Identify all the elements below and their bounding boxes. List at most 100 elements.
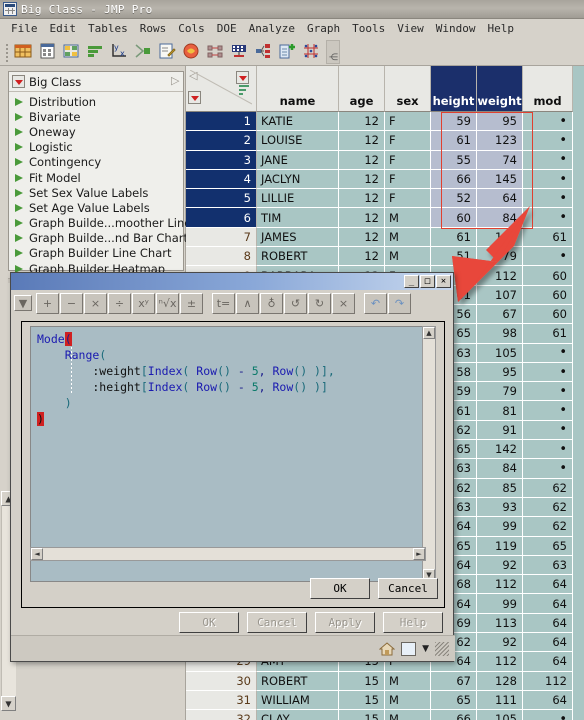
- row-number-cell[interactable]: 4: [186, 169, 257, 190]
- row-number-cell[interactable]: 8: [186, 247, 257, 267]
- row-number-cell[interactable]: 32: [186, 710, 257, 720]
- distribution-icon[interactable]: [85, 41, 107, 63]
- formula-code-canvas[interactable]: Mode( Range( :weight[Index( Row() - 5, R…: [30, 326, 426, 582]
- cell-name[interactable]: LILLIE: [257, 189, 339, 209]
- cell-mod[interactable]: •: [523, 343, 573, 363]
- cell-weight[interactable]: 128: [477, 227, 523, 248]
- cell-name[interactable]: TIM: [257, 208, 339, 228]
- add-button[interactable]: +: [36, 292, 59, 314]
- cell-weight[interactable]: 85: [477, 478, 523, 498]
- table-row[interactable]: 31 WILLIAM 15 M 65 111 64: [186, 690, 584, 711]
- cell-mod[interactable]: 62: [523, 517, 573, 537]
- root-button[interactable]: ⁿ√x: [156, 292, 179, 314]
- plus-minus-button[interactable]: ±: [180, 292, 203, 314]
- cell-age[interactable]: 12: [339, 208, 385, 228]
- undo-button[interactable]: ↶: [364, 292, 387, 314]
- script-item[interactable]: Set Sex Value Labels: [9, 185, 183, 200]
- cell-sex[interactable]: M: [385, 710, 431, 720]
- cell-mod[interactable]: •: [523, 440, 573, 460]
- cell-weight[interactable]: 112: [477, 266, 523, 286]
- green-triangle-run-icon[interactable]: [15, 97, 23, 106]
- editor-horizontal-scrollbar[interactable]: ◄ ►: [30, 547, 426, 561]
- add-column-icon[interactable]: [277, 41, 299, 63]
- green-triangle-run-icon[interactable]: [15, 143, 23, 152]
- cell-height[interactable]: 65: [431, 690, 477, 711]
- cell-height[interactable]: 61: [431, 131, 477, 151]
- cell-mod[interactable]: 60: [523, 304, 573, 325]
- row-number-cell[interactable]: 6: [186, 208, 257, 228]
- cell-mod[interactable]: 64: [523, 690, 573, 711]
- column-header-name[interactable]: name: [257, 66, 339, 112]
- table-row[interactable]: 6 TIM 12 M 60 84 •: [186, 208, 584, 228]
- home-icon[interactable]: [378, 641, 396, 656]
- control-chart-icon[interactable]: [229, 41, 251, 63]
- cell-age[interactable]: 12: [339, 227, 385, 248]
- script-item[interactable]: Distribution: [9, 94, 183, 109]
- cell-weight[interactable]: 93: [477, 497, 523, 518]
- menu-tables[interactable]: Tables: [82, 21, 134, 36]
- swap-button[interactable]: ↺: [284, 292, 307, 314]
- peel-button[interactable]: ♁: [260, 292, 283, 314]
- cell-sex[interactable]: F: [385, 189, 431, 209]
- cell-weight[interactable]: 119: [477, 536, 523, 556]
- diagram-icon[interactable]: [253, 41, 275, 63]
- cell-mod[interactable]: •: [523, 382, 573, 402]
- formula-ok-button[interactable]: OK: [310, 578, 370, 599]
- editor-scroll-left-button[interactable]: ◄: [31, 548, 43, 560]
- cell-weight[interactable]: 95: [477, 112, 523, 132]
- green-triangle-run-icon[interactable]: [15, 127, 23, 136]
- cell-sex[interactable]: M: [385, 227, 431, 248]
- green-triangle-run-icon[interactable]: [15, 112, 23, 121]
- cell-name[interactable]: CLAY: [257, 710, 339, 720]
- redo-button[interactable]: ↷: [388, 292, 411, 314]
- cell-weight[interactable]: 92: [477, 633, 523, 653]
- script-item[interactable]: Logistic: [9, 140, 183, 155]
- cell-mod[interactable]: 60: [523, 285, 573, 305]
- cell-mod[interactable]: •: [523, 362, 573, 383]
- cell-sex[interactable]: F: [385, 131, 431, 151]
- cell-mod[interactable]: •: [523, 169, 573, 190]
- cell-age[interactable]: 15: [339, 671, 385, 691]
- menu-analyze[interactable]: Analyze: [243, 21, 301, 36]
- power-button[interactable]: xʸ: [132, 292, 155, 314]
- cell-weight[interactable]: 64: [477, 189, 523, 209]
- delete-button[interactable]: ×: [332, 292, 355, 314]
- cell-mod[interactable]: 61: [523, 227, 573, 248]
- resize-grip-icon[interactable]: [435, 641, 449, 656]
- cell-age[interactable]: 12: [339, 247, 385, 267]
- cell-height[interactable]: 59: [431, 112, 477, 132]
- cell-mod[interactable]: 64: [523, 652, 573, 672]
- row-number-cell[interactable]: 3: [186, 150, 257, 170]
- cell-name[interactable]: LOUISE: [257, 131, 339, 151]
- red-triangle-menu-icon[interactable]: [12, 75, 25, 88]
- script-item[interactable]: Contingency: [9, 155, 183, 170]
- menu-tools[interactable]: Tools: [346, 21, 391, 36]
- new-journal-icon[interactable]: [181, 41, 203, 63]
- cell-mod[interactable]: •: [523, 247, 573, 267]
- cell-weight[interactable]: 98: [477, 324, 523, 344]
- cell-sex[interactable]: F: [385, 150, 431, 170]
- cell-weight[interactable]: 113: [477, 613, 523, 634]
- new-data-table-icon[interactable]: [13, 41, 35, 63]
- cell-weight[interactable]: 105: [477, 343, 523, 363]
- menu-help[interactable]: Help: [481, 21, 520, 36]
- cell-mod[interactable]: •: [523, 459, 573, 479]
- cell-sex[interactable]: F: [385, 169, 431, 190]
- menu-rows[interactable]: Rows: [134, 21, 173, 36]
- table-row[interactable]: 4 JACLYN 12 F 66 145 •: [186, 169, 584, 190]
- cell-sex[interactable]: M: [385, 208, 431, 228]
- green-triangle-run-icon[interactable]: [15, 188, 23, 197]
- cell-mod[interactable]: 65: [523, 536, 573, 556]
- cell-height[interactable]: 60: [431, 208, 477, 228]
- tabulate-icon[interactable]: [61, 41, 83, 63]
- column-header-mod[interactable]: mod: [523, 66, 573, 112]
- table-row[interactable]: 5 LILLIE 12 F 52 64 •: [186, 189, 584, 209]
- green-triangle-run-icon[interactable]: [15, 219, 23, 228]
- t-equals-button[interactable]: t=: [212, 292, 235, 314]
- formula-menu-button[interactable]: ▼: [14, 295, 32, 311]
- cell-age[interactable]: 12: [339, 131, 385, 151]
- green-triangle-run-icon[interactable]: [15, 203, 23, 212]
- editor-scroll-up-button[interactable]: ▲: [423, 327, 435, 339]
- cell-weight[interactable]: 128: [477, 671, 523, 691]
- green-triangle-run-icon[interactable]: [15, 234, 23, 243]
